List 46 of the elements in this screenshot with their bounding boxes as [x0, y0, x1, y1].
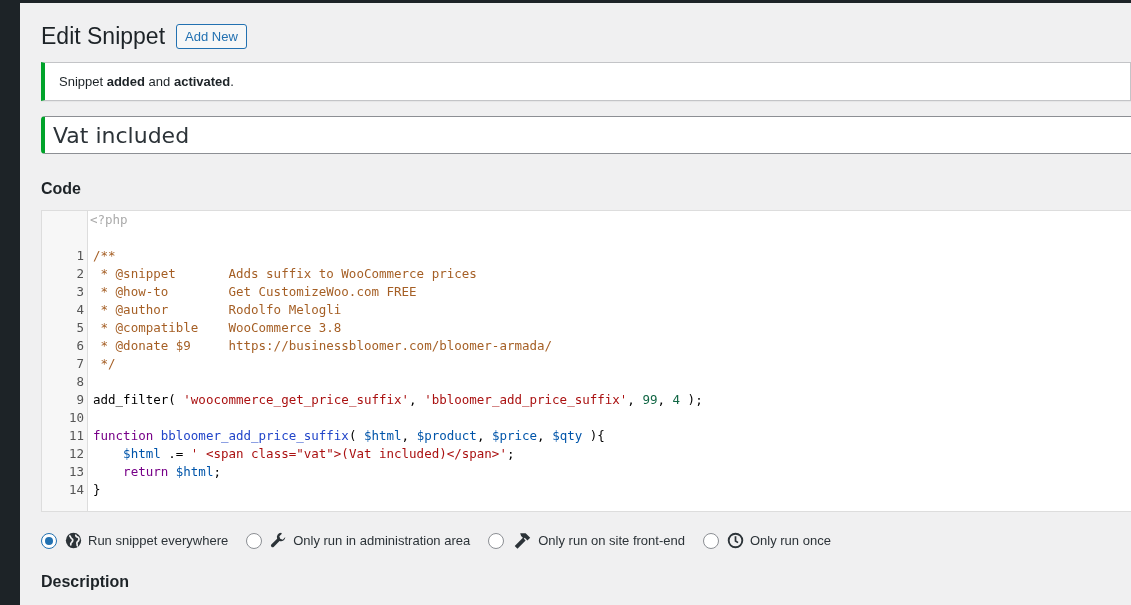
code-line: return $html;: [122, 463, 221, 481]
notice-message: Snippet added and activated.: [59, 74, 235, 89]
line-number: 7: [75, 355, 85, 373]
line-number: 13: [67, 463, 85, 481]
add-new-button[interactable]: Add New: [176, 24, 247, 49]
radio-label[interactable]: Only run once: [749, 533, 831, 548]
code-line: * @snippet Adds suffix to WooCommerce prices: [99, 265, 477, 283]
line-number: 8: [75, 373, 85, 391]
code-line: function bbloomer_add_price_suffix( $html, $product, $price, $qty ){: [92, 427, 605, 445]
code-line: * @compatible WooCommerce 3.8: [99, 319, 342, 337]
radio-label[interactable]: Only run on site front-end: [538, 533, 685, 548]
code-line: $html .= ' <span class="vat">(Vat included)</span>';: [122, 445, 515, 463]
globe-icon: [65, 532, 82, 549]
line-number: 5: [75, 319, 85, 337]
code-heading: Code: [41, 180, 82, 198]
radio-button[interactable]: [246, 532, 263, 549]
php-open-tag: <?php: [88, 211, 1131, 229]
line-number: 2: [75, 265, 85, 283]
page-title: Edit Snippet: [41, 23, 166, 50]
line-number: 12: [67, 445, 85, 463]
code-line: * @author Rodolfo Melogli: [99, 301, 342, 319]
line-number: 3: [75, 283, 85, 301]
radio-label[interactable]: Only run in administration area: [293, 533, 471, 548]
line-number: 11: [67, 427, 85, 445]
radio-label[interactable]: Run snippet everywhere: [88, 533, 229, 548]
line-number: 1: [75, 247, 85, 265]
code-line: */: [99, 355, 116, 373]
radio-button[interactable]: [702, 532, 719, 549]
code-line: * @donate $9 https://businessbloomer.com/bloomer-armada/: [99, 337, 553, 355]
radio-button[interactable]: [41, 532, 57, 549]
code-line: add_filter( 'woocommerce_get_price_suffix', 'bbloomer_add_price_suffix', 99, 4 );: [92, 391, 703, 409]
line-number: 6: [75, 337, 85, 355]
description-heading: Description: [41, 573, 130, 591]
code-line: /**: [92, 247, 116, 265]
code-line: * @how-to Get CustomizeWoo.com FREE: [99, 283, 417, 301]
hammer-icon: [512, 532, 533, 549]
wrench-icon: [270, 532, 288, 549]
snippet-title-field[interactable]: Vat included: [41, 116, 1131, 154]
clock-icon: [726, 532, 744, 549]
line-number: 14: [67, 481, 85, 499]
code-editor[interactable]: [41, 210, 1131, 512]
line-number: 10: [67, 409, 85, 427]
radio-button[interactable]: [488, 532, 505, 549]
line-number: 4: [75, 301, 85, 319]
code-line: }: [92, 481, 101, 499]
line-number: 9: [75, 391, 85, 409]
